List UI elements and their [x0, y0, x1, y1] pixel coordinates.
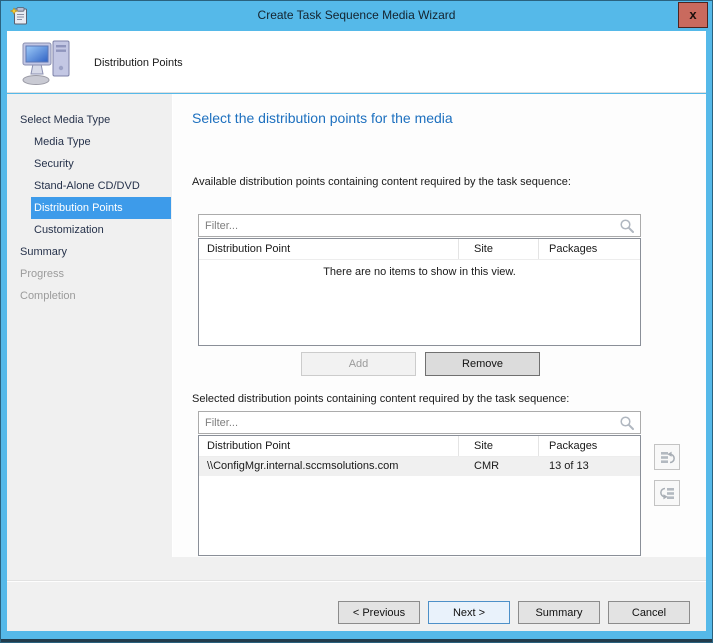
table-header: Distribution Point Site Packages [199, 436, 640, 457]
window-bottom-edge [1, 639, 712, 642]
cell-site: CMR [459, 457, 539, 476]
empty-list-message: There are no items to show in this view. [199, 266, 640, 278]
move-down-button[interactable] [654, 480, 680, 506]
page-title: Distribution Points [94, 57, 183, 69]
move-up-button[interactable] [654, 444, 680, 470]
cell-packages: 13 of 13 [539, 457, 640, 476]
column-header-distribution-point[interactable]: Distribution Point [199, 239, 459, 259]
sidebar-item-completion: Completion [7, 285, 171, 307]
sidebar-item-select-media-type[interactable]: Select Media Type [7, 109, 171, 131]
previous-button[interactable]: < Previous [338, 601, 420, 624]
column-header-packages[interactable]: Packages [539, 436, 640, 456]
selected-list-label: Selected distribution points containing … [192, 393, 569, 405]
next-button[interactable]: Next > [428, 601, 510, 624]
sidebar-item-media-type[interactable]: Media Type [7, 131, 171, 153]
wizard-body: Select Media Type Media Type Security St… [7, 94, 706, 631]
column-header-distribution-point[interactable]: Distribution Point [199, 436, 459, 456]
sidebar-item-distribution-points[interactable]: Distribution Points [31, 197, 171, 219]
available-list-label: Available distribution points containing… [192, 176, 571, 188]
wizard-header: Distribution Points [7, 31, 706, 93]
footer-buttons: < Previous Next > Summary Cancel [338, 601, 690, 624]
move-up-icon [659, 449, 676, 466]
search-icon [619, 415, 635, 431]
page-heading: Select the distribution points for the m… [192, 110, 453, 126]
sidebar-item-summary[interactable]: Summary [7, 241, 171, 263]
available-filter-input[interactable] [199, 215, 614, 236]
move-down-icon [659, 485, 676, 502]
page-content: Select the distribution points for the m… [172, 94, 706, 557]
sidebar-item-customization[interactable]: Customization [7, 219, 171, 241]
wizard-window: Create Task Sequence Media Wizard x Dist… [0, 0, 713, 643]
search-icon [619, 218, 635, 234]
sidebar-item-stand-alone-cd-dvd[interactable]: Stand-Alone CD/DVD [7, 175, 171, 197]
wizard-steps-sidebar: Select Media Type Media Type Security St… [7, 94, 171, 581]
wizard-footer: < Previous Next > Summary Cancel [7, 581, 706, 631]
computer-icon [21, 38, 75, 86]
remove-button[interactable]: Remove [425, 352, 540, 376]
column-header-site[interactable]: Site [459, 239, 539, 259]
selected-filter-box [198, 411, 641, 434]
available-distribution-points-table: Distribution Point Site Packages There a… [198, 238, 641, 346]
selected-distribution-points-table: Distribution Point Site Packages \\Confi… [198, 435, 641, 556]
title-bar: Create Task Sequence Media Wizard x [1, 1, 712, 31]
table-row[interactable]: \\ConfigMgr.internal.sccmsolutions.com C… [199, 457, 640, 476]
summary-button[interactable]: Summary [518, 601, 600, 624]
window-title: Create Task Sequence Media Wizard [1, 1, 712, 31]
add-button: Add [301, 352, 416, 376]
column-header-packages[interactable]: Packages [539, 239, 640, 259]
table-header: Distribution Point Site Packages [199, 239, 640, 260]
column-header-site[interactable]: Site [459, 436, 539, 456]
sidebar-item-progress: Progress [7, 263, 171, 285]
available-filter-box [198, 214, 641, 237]
sidebar-item-security[interactable]: Security [7, 153, 171, 175]
close-button[interactable]: x [678, 2, 708, 28]
cell-distribution-point: \\ConfigMgr.internal.sccmsolutions.com [199, 457, 459, 476]
selected-filter-input[interactable] [199, 412, 614, 433]
cancel-button[interactable]: Cancel [608, 601, 690, 624]
